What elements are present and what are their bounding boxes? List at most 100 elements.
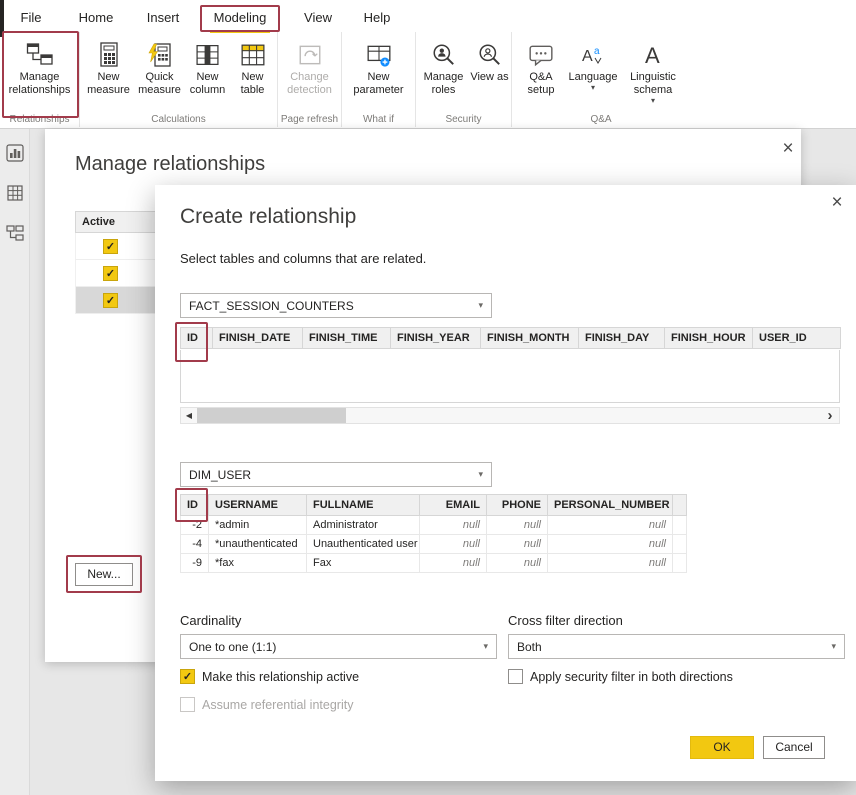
relationship-active-checkbox[interactable]: ✓ [103,266,118,281]
cell-username[interactable]: *fax [209,554,307,573]
table2-col-personal-number[interactable]: PERSONAL_NUMBER [548,495,673,516]
cardinality-label: Cardinality [180,613,241,628]
table1-col-finish-year[interactable]: FINISH_YEAR [391,328,481,349]
table-row[interactable]: -4 *unauthenticated Unauthenticated user… [181,535,687,554]
close-icon[interactable]: × [827,193,847,213]
quick-measure-label: Quick measure [135,71,185,97]
cell-fullname[interactable]: Fax [307,554,420,573]
new-measure-button[interactable]: New measure [83,35,135,113]
cardinality-select[interactable]: One to one (1:1) ▾ [180,634,497,659]
new-relationship-button[interactable]: New... [75,563,133,586]
scroll-right-icon[interactable]: › [821,408,839,423]
table2-col-phone[interactable]: PHONE [487,495,548,516]
security-filter-label[interactable]: Apply security filter in both directions [530,670,733,684]
table2-data-grid: ID USERNAME FULLNAME EMAIL PHONE PERSONA… [180,494,687,573]
cancel-button[interactable]: Cancel [763,736,825,759]
cross-filter-select[interactable]: Both ▾ [508,634,845,659]
cell-username[interactable]: *unauthenticated [209,535,307,554]
cell-phone[interactable]: null [487,516,548,535]
scroll-left-icon[interactable]: ◀ [181,411,197,420]
table2-col-id[interactable]: ID [181,495,209,516]
table-row[interactable]: -9 *fax Fax null null null [181,554,687,573]
menu-home[interactable]: Home [72,6,120,30]
cell-id[interactable]: -4 [181,535,209,554]
new-measure-label: New measure [83,71,135,97]
ok-button[interactable]: OK [690,736,754,759]
table1-col-finish-month[interactable]: FINISH_MONTH [481,328,579,349]
table2-col-fullname[interactable]: FULLNAME [307,495,420,516]
menu-file[interactable]: File [10,6,52,30]
make-relationship-active-checkbox[interactable]: ✓ [180,669,195,684]
svg-text:a: a [594,46,600,57]
cell-id[interactable]: -2 [181,516,209,535]
new-parameter-icon [366,38,392,68]
security-filter-checkbox[interactable] [508,669,523,684]
quick-measure-button[interactable]: Quick measure [135,35,185,113]
model-view-icon[interactable] [5,223,25,243]
cell-phone[interactable]: null [487,535,548,554]
manage-relationships-button[interactable]: Manage relationships [3,35,77,113]
manage-roles-label: Manage roles [418,71,470,97]
referential-integrity-checkbox [180,697,195,712]
data-view-icon[interactable] [5,183,25,203]
ribbon-button-area: Manage relationships Relationships New m… [0,32,690,127]
menu-view[interactable]: View [296,6,340,30]
cell-personal-number[interactable]: null [548,554,673,573]
table1-col-id[interactable]: ID [181,328,213,349]
language-button[interactable]: Aa Language ▾ [565,35,621,113]
new-measure-icon [98,38,120,68]
cell-personal-number[interactable]: null [548,516,673,535]
relationship-active-checkbox[interactable]: ✓ [103,293,118,308]
powerbi-window: File Home Insert Modeling View Help Mana… [0,0,856,795]
linguistic-schema-button[interactable]: A Linguistic schema ▾ [621,35,685,113]
table2-select[interactable]: DIM_USER ▾ [180,462,492,487]
new-column-button[interactable]: New column [185,35,231,113]
cell-username[interactable]: *admin [209,516,307,535]
table2-col-username[interactable]: USERNAME [209,495,307,516]
make-relationship-active-label[interactable]: Make this relationship active [202,670,359,684]
scrollbar-thumb[interactable] [197,408,346,423]
menu-modeling[interactable]: Modeling [206,6,274,30]
cross-filter-label: Cross filter direction [508,613,623,628]
ribbon-group-calculations: New measure Quick measure New column [80,32,278,127]
table1-col-finish-hour[interactable]: FINISH_HOUR [665,328,753,349]
cell-phone[interactable]: null [487,554,548,573]
ribbon-group-qa: Q&A setup Aa Language ▾ A Linguistic sch [512,32,690,127]
relationship-active-checkbox[interactable]: ✓ [103,239,118,254]
new-parameter-button[interactable]: New parameter [348,35,410,113]
cell-personal-number[interactable]: null [548,535,673,554]
manage-roles-button[interactable]: Manage roles [418,35,470,113]
linguistic-schema-icon: A [640,38,666,68]
cell-email[interactable]: null [420,554,487,573]
table1-col-user-id[interactable]: USER_ID [753,328,841,349]
table1-col-finish-day[interactable]: FINISH_DAY [579,328,665,349]
cell-filler [673,535,687,554]
table2-col-email[interactable]: EMAIL [420,495,487,516]
table1-col-finish-time[interactable]: FINISH_TIME [303,328,391,349]
table1-col-finish-date[interactable]: FINISH_DATE [213,328,303,349]
menu-insert[interactable]: Insert [140,6,186,30]
ribbon-group-page-refresh: Change detection Page refresh [278,32,342,127]
new-parameter-label: New parameter [348,71,410,97]
cell-email[interactable]: null [420,516,487,535]
close-icon[interactable]: × [778,139,798,159]
table1-select[interactable]: FACT_SESSION_COUNTERS ▾ [180,293,492,318]
menu-help[interactable]: Help [356,6,398,30]
cardinality-select-value: One to one (1:1) [189,640,276,654]
view-as-button[interactable]: View as [470,35,510,113]
chevron-down-icon: ▾ [478,469,483,480]
cell-id[interactable]: -9 [181,554,209,573]
ribbon-group-what-if: New parameter What if [342,32,416,127]
new-column-label: New column [185,71,231,97]
cell-fullname[interactable]: Administrator [307,516,420,535]
qa-setup-button[interactable]: Q&A setup [517,35,565,113]
table-row[interactable]: -2 *admin Administrator null null null [181,516,687,535]
cell-email[interactable]: null [420,535,487,554]
view-as-icon [477,38,503,68]
qa-setup-label: Q&A setup [517,71,565,97]
report-view-icon[interactable] [5,143,25,163]
cell-fullname[interactable]: Unauthenticated user [307,535,420,554]
table1-horizontal-scrollbar[interactable]: ◀ › [180,407,840,424]
manage-dialog-title: Manage relationships [75,153,265,176]
new-table-button[interactable]: New table [231,35,275,113]
